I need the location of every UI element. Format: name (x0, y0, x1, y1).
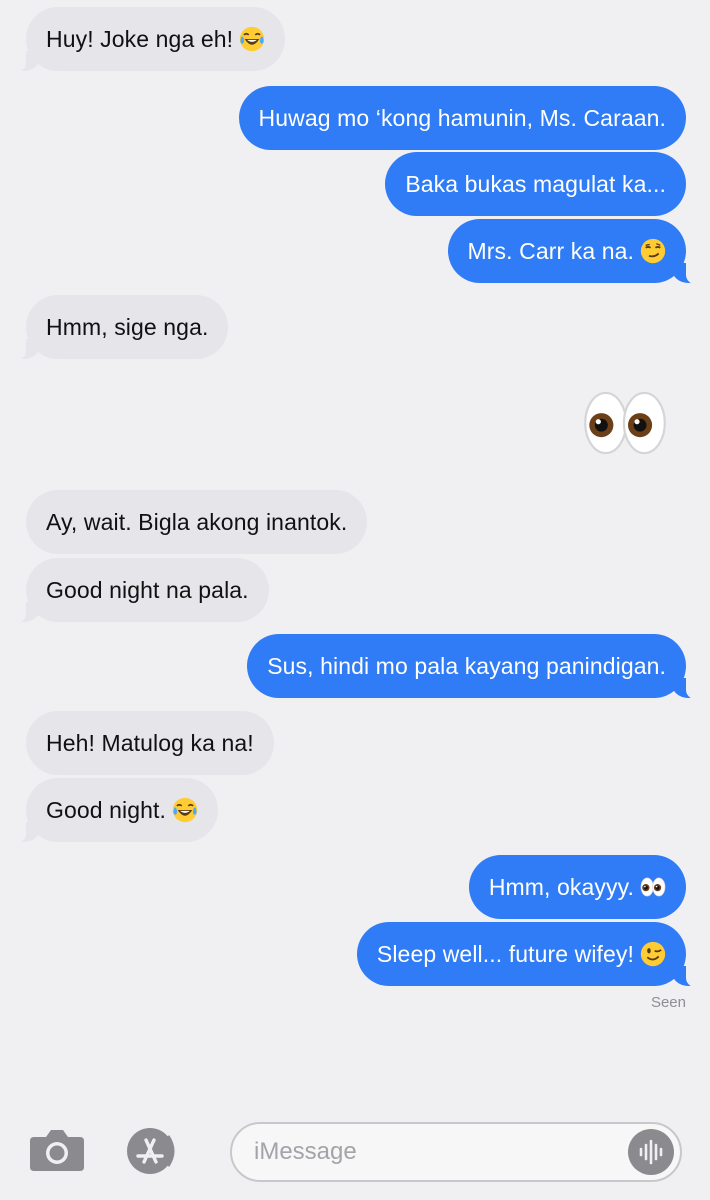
message-text: Good night na pala. (46, 577, 249, 603)
message-thread: Huy! Joke nga eh! Huwag mo ‘kong hamunin… (0, 0, 710, 1100)
message-text: Good night. (46, 797, 167, 823)
message-text: Sleep well... future wifey! (376, 941, 634, 967)
message-text: Hmm, sige nga. (46, 314, 209, 340)
smirk-emoji-icon (640, 238, 666, 264)
joy-emoji-icon (239, 26, 265, 52)
message-bubble-incoming[interactable]: Huy! Joke nga eh! (3, 7, 286, 73)
audio-waveform-icon[interactable] (628, 1129, 674, 1175)
joy-emoji-icon (172, 797, 198, 823)
camera-icon[interactable] (28, 1127, 86, 1173)
message-bubble-incoming[interactable]: Good night na pala. (4, 558, 269, 624)
wink-emoji-icon (640, 941, 666, 967)
message-bubble-outgoing[interactable]: Huwag mo ‘kong hamunin, Ms. Caraan. (238, 86, 686, 150)
message-input[interactable]: iMessage (230, 1122, 682, 1182)
app-store-icon[interactable] (124, 1126, 194, 1176)
message-text: Baka bukas magulat ka... (405, 171, 666, 197)
eyes-emoji-icon (640, 874, 666, 900)
message-input-placeholder: iMessage (254, 1138, 357, 1165)
message-bubble-incoming[interactable]: Hmm, sige nga. (3, 295, 229, 361)
message-bubble-outgoing[interactable]: Hmm, okayyy. (468, 855, 686, 919)
message-bubble-incoming[interactable]: Heh! Matulog ka na! (26, 711, 274, 775)
eyes-emoji-icon[interactable] (582, 388, 668, 458)
message-text: Sus, hindi mo pala kayang panindigan. (267, 653, 666, 679)
message-bubble-incoming[interactable]: Ay, wait. Bigla akong inantok. (26, 490, 368, 554)
message-text: Hmm, okayyy. (488, 874, 634, 900)
message-text: Ay, wait. Bigla akong inantok. (46, 509, 348, 535)
message-bubble-outgoing[interactable]: Sus, hindi mo pala kayang panindigan. (247, 634, 708, 700)
message-bubble-outgoing[interactable]: Sleep well... future wifey! (356, 922, 709, 988)
message-text: Huwag mo ‘kong hamunin, Ms. Caraan. (258, 105, 666, 131)
message-bubble-outgoing[interactable]: Mrs. Carr ka na. (447, 219, 709, 285)
message-bubble-incoming[interactable]: Good night. (3, 778, 219, 844)
message-text: Mrs. Carr ka na. (467, 238, 634, 264)
message-text: Huy! Joke nga eh! (46, 26, 234, 52)
read-receipt: Seen (650, 994, 686, 1011)
message-text: Heh! Matulog ka na! (46, 730, 254, 756)
message-bubble-outgoing[interactable]: Baka bukas magulat ka... (385, 152, 686, 216)
